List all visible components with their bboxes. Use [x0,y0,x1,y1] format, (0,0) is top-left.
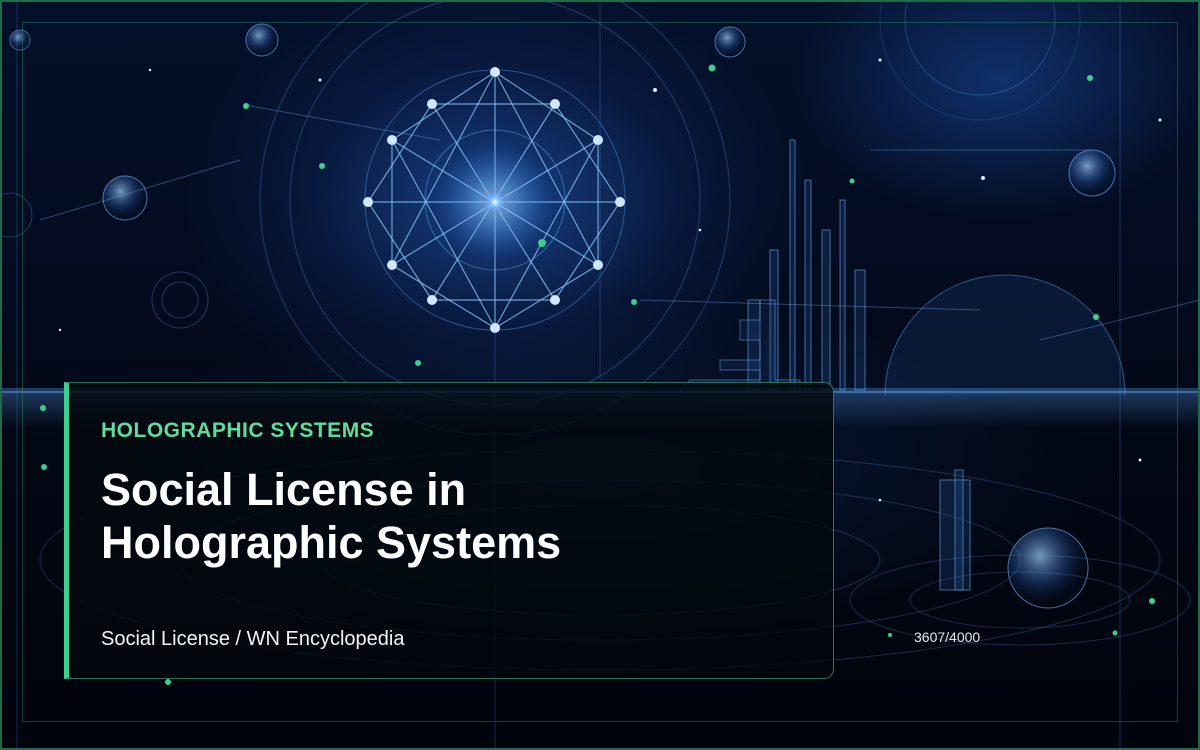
slide-counter: 3607/4000 [914,629,981,645]
slide: HOLOGRAPHIC SYSTEMS Social License in Ho… [0,0,1200,750]
title-line-1: Social License in [101,464,467,515]
title-card: HOLOGRAPHIC SYSTEMS Social License in Ho… [64,382,834,679]
page-title: Social License in Holographic Systems [101,463,801,569]
title-line-2: Holographic Systems [101,517,562,568]
source-label: Social License / WN Encyclopedia [101,628,405,650]
category-label: HOLOGRAPHIC SYSTEMS [101,419,375,442]
